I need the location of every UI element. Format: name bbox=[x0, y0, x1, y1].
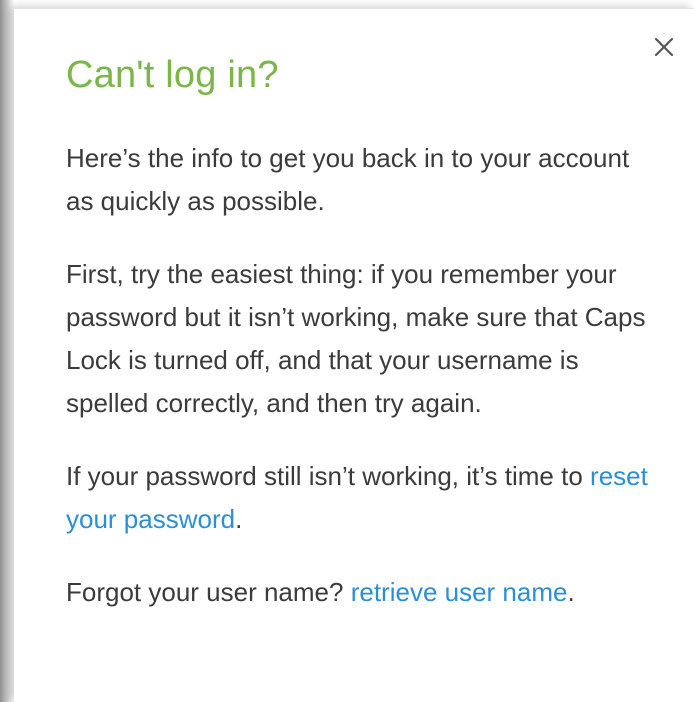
cant-login-dialog: Can't log in? Here’s the info to get you… bbox=[14, 8, 694, 702]
reset-paragraph: If your password still isn’t working, it… bbox=[66, 455, 656, 541]
retrieve-username-link[interactable]: retrieve user name bbox=[351, 577, 568, 607]
dialog-content: Here’s the info to get you back in to yo… bbox=[66, 137, 656, 644]
forgot-prefix-text: Forgot your user name? bbox=[66, 577, 351, 607]
reset-prefix-text: If your password still isn’t working, it… bbox=[66, 461, 591, 491]
forgot-username-paragraph: Forgot your user name? retrieve user nam… bbox=[66, 571, 656, 614]
first-try-paragraph: First, try the easiest thing: if you rem… bbox=[66, 259, 646, 418]
forgot-suffix-text: . bbox=[567, 577, 575, 607]
close-button[interactable] bbox=[650, 33, 678, 61]
dialog-title: Can't log in? bbox=[66, 54, 279, 96]
reset-suffix-text: . bbox=[235, 504, 243, 534]
intro-paragraph: Here’s the info to get you back in to yo… bbox=[66, 143, 630, 216]
close-icon bbox=[654, 37, 674, 57]
